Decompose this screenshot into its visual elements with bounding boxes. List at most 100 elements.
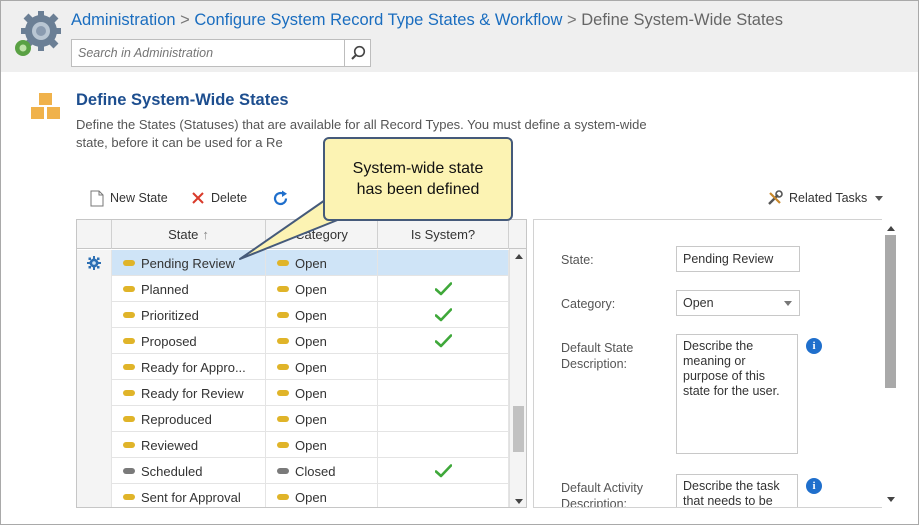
scroll-up-arrow[interactable] xyxy=(882,221,899,235)
check-icon xyxy=(434,334,452,348)
column-is-system-label: Is System? xyxy=(410,227,476,242)
callout-tooltip: System-wide state has been defined xyxy=(323,137,513,221)
state-color-icon xyxy=(123,260,135,266)
breadcrumb-administration[interactable]: Administration xyxy=(71,11,176,29)
chevron-down-icon xyxy=(784,301,792,306)
state-field[interactable]: Pending Review xyxy=(676,246,800,272)
row-settings-cell xyxy=(77,328,112,354)
category-name: Open xyxy=(295,437,327,453)
row-settings-cell xyxy=(77,380,112,406)
arrow-down-icon xyxy=(514,498,523,504)
state-name: Sent for Approval xyxy=(141,489,241,505)
is-system-cell xyxy=(378,458,509,484)
search-button[interactable] xyxy=(344,40,370,66)
column-state-label: State xyxy=(168,227,199,242)
state-color-icon xyxy=(123,494,135,500)
table-row[interactable]: Scheduled Closed xyxy=(77,458,526,484)
table-row[interactable]: Proposed Open xyxy=(77,328,526,354)
table-row[interactable]: Reproduced Open xyxy=(77,406,526,432)
callout-line-2: has been defined xyxy=(356,181,480,198)
column-header-is-system[interactable]: Is System? xyxy=(378,220,509,249)
new-state-button[interactable]: New State xyxy=(90,187,168,209)
state-color-icon xyxy=(123,390,135,396)
is-system-cell xyxy=(378,302,509,328)
state-name: Reviewed xyxy=(141,437,199,453)
category-color-icon xyxy=(277,468,289,474)
state-color-icon xyxy=(123,442,135,448)
default-state-description-label: Default State Description: xyxy=(561,341,634,371)
search-icon xyxy=(350,45,365,60)
category-label: Category: xyxy=(561,297,616,311)
category-cell: Open xyxy=(266,302,378,328)
details-scrollbar-thumb[interactable] xyxy=(885,235,896,388)
state-name: Scheduled xyxy=(141,463,203,479)
info-icon[interactable]: i xyxy=(806,338,822,354)
category-name: Open xyxy=(295,489,327,505)
category-cell: Open xyxy=(266,406,378,432)
row-settings-cell xyxy=(77,406,112,432)
category-color-icon xyxy=(277,312,289,318)
category-name: Open xyxy=(295,411,327,427)
search-box xyxy=(71,39,371,67)
table-row[interactable]: Ready for Appro... Open xyxy=(77,354,526,380)
category-color-icon xyxy=(277,338,289,344)
category-cell: Closed xyxy=(266,458,378,484)
info-icon[interactable]: i xyxy=(806,478,822,494)
category-color-icon xyxy=(277,442,289,448)
page-title: Define System-Wide States xyxy=(76,91,289,109)
row-settings-cell xyxy=(77,276,112,302)
scroll-down-arrow[interactable] xyxy=(882,492,899,506)
breadcrumb-separator: > xyxy=(180,11,190,29)
state-name: Ready for Appro... xyxy=(141,359,246,375)
category-cell: Open xyxy=(266,432,378,458)
scroll-down-arrow[interactable] xyxy=(510,494,526,507)
category-cell: Open xyxy=(266,276,378,302)
new-state-label: New State xyxy=(110,191,168,205)
state-cell: Planned xyxy=(112,276,266,302)
x-icon xyxy=(192,192,204,204)
breadcrumb-configure-workflow[interactable]: Configure System Record Type States & Wo… xyxy=(194,11,562,29)
category-select[interactable]: Open xyxy=(676,290,800,316)
arrow-up-icon xyxy=(514,253,523,259)
table-row[interactable]: Planned Open xyxy=(77,276,526,302)
default-state-description-textarea[interactable]: Describe the meaning or purpose of this … xyxy=(676,334,798,454)
state-color-icon xyxy=(123,338,135,344)
state-name: Proposed xyxy=(141,333,197,349)
state-name: Reproduced xyxy=(141,411,212,427)
gear-icon xyxy=(87,256,101,270)
row-settings-cell xyxy=(77,484,112,507)
scroll-up-arrow[interactable] xyxy=(510,249,526,263)
category-name: Open xyxy=(295,359,327,375)
related-tasks-button[interactable]: Related Tasks xyxy=(767,187,884,209)
details-panel: State: Pending Review Category: Open Def… xyxy=(533,219,899,508)
state-color-icon xyxy=(123,364,135,370)
search-input[interactable] xyxy=(72,40,344,66)
grid-scrollbar-thumb[interactable] xyxy=(513,406,524,452)
state-color-icon xyxy=(123,286,135,292)
category-color-icon xyxy=(277,416,289,422)
state-name: Planned xyxy=(141,281,189,297)
row-settings-cell[interactable] xyxy=(77,250,112,276)
category-name: Open xyxy=(295,281,327,297)
details-scrollbar[interactable] xyxy=(882,219,899,508)
table-row[interactable]: Prioritized Open xyxy=(77,302,526,328)
boxes-icon xyxy=(31,93,60,119)
category-name: Open xyxy=(295,333,327,349)
table-row[interactable]: Sent for Approval Open xyxy=(77,484,526,507)
category-color-icon xyxy=(277,494,289,500)
header-settings-column xyxy=(77,220,112,249)
sort-ascending-icon: ↑ xyxy=(202,227,209,242)
state-cell: Ready for Appro... xyxy=(112,354,266,380)
table-row[interactable]: Ready for Review Open xyxy=(77,380,526,406)
callout-line-1: System-wide state xyxy=(352,160,484,177)
check-icon xyxy=(434,464,452,478)
state-cell: Reproduced xyxy=(112,406,266,432)
table-row[interactable]: Reviewed Open xyxy=(77,432,526,458)
grid-scrollbar[interactable] xyxy=(509,249,526,507)
tools-icon xyxy=(768,190,783,205)
default-activity-description-textarea[interactable]: Describe the task that needs to be xyxy=(676,474,798,507)
is-system-cell xyxy=(378,250,509,276)
category-name: Open xyxy=(295,385,327,401)
check-icon xyxy=(434,308,452,322)
state-name: Prioritized xyxy=(141,307,199,323)
